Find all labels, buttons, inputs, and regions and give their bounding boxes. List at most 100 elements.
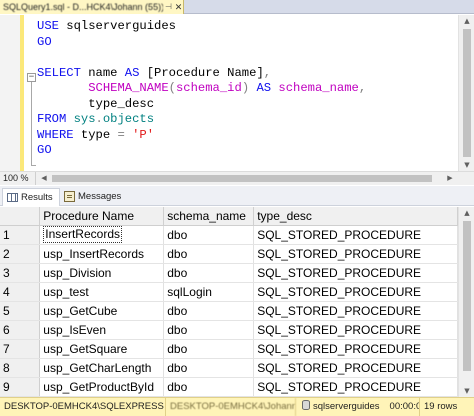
table-row[interactable]: 1 InsertRecords dbo SQL_STORED_PROCEDURE <box>0 225 458 245</box>
tab-results[interactable]: Results <box>2 188 60 206</box>
row-number[interactable]: 7 <box>0 339 41 359</box>
cell-procedure-name[interactable]: usp_GetSquare <box>39 339 165 359</box>
cell-type-desc[interactable]: SQL_STORED_PROCEDURE <box>253 282 458 302</box>
messages-icon <box>64 191 75 202</box>
table-row[interactable]: 5 usp_GetCube dbo SQL_STORED_PROCEDURE <box>0 301 458 321</box>
table-row[interactable]: 2 usp_InsertRecords dbo SQL_STORED_PROCEDUR… <box>0 244 458 264</box>
cell-type-desc[interactable]: SQL_STORED_PROCEDURE <box>253 263 458 283</box>
row-number[interactable]: 3 <box>0 263 41 283</box>
cell-procedure-name[interactable]: usp_test <box>39 282 165 302</box>
row-number[interactable]: 4 <box>0 282 41 302</box>
cell-type-desc[interactable]: SQL_STORED_PROCEDURE <box>253 377 458 397</box>
cell-type-desc[interactable]: SQL_STORED_PROCEDURE <box>253 301 458 321</box>
cell-schema-name[interactable]: dbo <box>163 301 255 321</box>
row-number[interactable]: 1 <box>0 225 41 245</box>
code-line[interactable] <box>37 50 366 66</box>
table-row[interactable]: 4 usp_test sqlLogin SQL_STORED_PROCEDURE <box>0 282 458 302</box>
cell-schema-name[interactable]: dbo <box>163 358 255 378</box>
results-grid[interactable]: Procedure Name schema_name type_desc 1 In… <box>0 207 458 397</box>
code-line[interactable]: GO <box>37 35 366 51</box>
zoom-level[interactable]: 100 % <box>0 172 36 185</box>
table-row[interactable]: 3 usp_Division dbo SQL_STORED_PROCEDURE <box>0 263 458 283</box>
cell-schema-name[interactable]: dbo <box>163 244 255 264</box>
cell-procedure-name[interactable]: InsertRecords <box>39 225 165 245</box>
cell-schema-name[interactable]: dbo <box>163 339 255 359</box>
cell-procedure-name[interactable]: usp_GetProductById <box>39 377 165 397</box>
cell-type-desc[interactable]: SQL_STORED_PROCEDURE <box>253 358 458 378</box>
code-line[interactable]: USE sqlserverguides <box>37 19 366 35</box>
column-header-type-desc[interactable]: type_desc <box>253 207 458 226</box>
code-line[interactable]: SELECT name AS [Procedure Name], <box>37 66 366 82</box>
row-number[interactable]: 2 <box>0 244 41 264</box>
cell-type-desc-text: SQL_STORED_PROCEDURE <box>257 246 422 261</box>
editor-horizontal-bar: 100 % ◀ ▶ <box>0 171 474 185</box>
cell-schema-name-text: dbo <box>167 341 188 356</box>
grid-scroll-up-icon[interactable]: ▲ <box>459 207 474 219</box>
code-line[interactable]: FROM sys.objects <box>37 112 366 128</box>
grid-scroll-thumb[interactable] <box>463 221 471 371</box>
code-token: GO <box>37 34 52 49</box>
row-number[interactable]: 5 <box>0 301 41 321</box>
table-row[interactable]: 7 usp_GetSquare dbo SQL_STORED_PROCEDURE <box>0 339 458 359</box>
scroll-right-icon[interactable]: ▶ <box>444 172 456 185</box>
cell-type-desc[interactable]: SQL_STORED_PROCEDURE <box>253 320 458 340</box>
grid-corner[interactable] <box>0 207 41 226</box>
cell-procedure-name[interactable]: usp_InsertRecords <box>39 244 165 264</box>
horizontal-scroll-thumb[interactable] <box>52 175 432 182</box>
editor-vertical-scrollbar[interactable]: ▲ ▼ <box>458 15 474 171</box>
table-row[interactable]: 6 usp_IsEven dbo SQL_STORED_PROCEDURE <box>0 320 458 340</box>
grid-vertical-scrollbar[interactable]: ▲ ▼ <box>458 207 474 397</box>
scroll-left-icon[interactable]: ◀ <box>38 172 50 185</box>
code-token: SELECT <box>37 65 89 80</box>
row-number[interactable]: 8 <box>0 358 41 378</box>
document-tab[interactable]: SQLQuery1.sql - D...HCK4\Johann (55))* ⊣… <box>0 0 184 14</box>
table-row[interactable]: 8 usp_GetCharLength dbo SQL_STORED_PROCEDUR… <box>0 358 458 378</box>
cell-procedure-name[interactable]: usp_IsEven <box>39 320 165 340</box>
scroll-down-icon[interactable]: ▼ <box>459 159 474 171</box>
column-header-procedure-name[interactable]: Procedure Name <box>39 207 165 226</box>
query-editor[interactable]: − USE sqlserverguides GO SELECT name AS [P… <box>0 15 474 171</box>
cell-type-desc[interactable]: SQL_STORED_PROCEDURE <box>253 244 458 264</box>
code-token: [Procedure Name] <box>146 65 264 80</box>
code-token: sys <box>73 112 96 126</box>
table-row[interactable]: 9 usp_GetProductById dbo SQL_STORED_PROCEDU… <box>0 377 458 397</box>
editor-scroll-thumb[interactable] <box>463 29 471 157</box>
cell-procedure-name[interactable]: usp_Division <box>39 263 165 283</box>
code-line[interactable]: GO <box>37 143 366 159</box>
row-number-text: 3 <box>3 265 10 280</box>
cell-schema-name-text: dbo <box>167 379 188 394</box>
tab-results-label: Results <box>21 192 53 203</box>
row-number-text: 7 <box>3 341 10 356</box>
pin-icon[interactable]: ⊣ <box>164 2 173 12</box>
cell-schema-name[interactable]: dbo <box>163 263 255 283</box>
cell-schema-name[interactable]: dbo <box>163 225 255 245</box>
code-line[interactable]: WHERE type = 'P' <box>37 128 366 144</box>
cell-schema-name[interactable]: sqlLogin <box>163 282 255 302</box>
code-token: 'P' <box>132 127 155 142</box>
tab-messages[interactable]: Messages <box>60 188 127 206</box>
cell-procedure-name-text: usp_Division <box>43 265 112 280</box>
status-duration: 00:00:00 <box>389 401 419 412</box>
cell-schema-name-text: dbo <box>167 303 188 318</box>
scroll-up-icon[interactable]: ▲ <box>459 15 474 27</box>
row-number[interactable]: 9 <box>0 377 41 397</box>
cell-type-desc-text: SQL_STORED_PROCEDURE <box>257 379 422 394</box>
grid-scroll-down-icon[interactable]: ▼ <box>459 385 474 397</box>
cell-procedure-name[interactable]: usp_GetCube <box>39 301 165 321</box>
cell-schema-name[interactable]: dbo <box>163 377 255 397</box>
code-line[interactable]: type_desc <box>37 97 366 113</box>
cell-procedure-name[interactable]: usp_GetCharLength <box>39 358 165 378</box>
collapse-icon[interactable]: − <box>27 73 36 82</box>
column-header-schema-name[interactable]: schema_name <box>163 207 255 226</box>
cell-type-desc[interactable]: SQL_STORED_PROCEDURE <box>253 339 458 359</box>
cell-procedure-name-text: usp_IsEven <box>43 322 107 337</box>
code-line[interactable]: SCHEMA_NAME(schema_id) AS schema_name, <box>37 81 366 97</box>
sql-code[interactable]: USE sqlserverguides GO SELECT name AS [Pro… <box>37 19 366 159</box>
code-token: WHERE <box>37 127 81 142</box>
cell-type-desc[interactable]: SQL_STORED_PROCEDURE <box>253 225 458 245</box>
close-icon[interactable]: ✕ <box>174 1 183 13</box>
row-number[interactable]: 6 <box>0 320 41 340</box>
cell-schema-name[interactable]: dbo <box>163 320 255 340</box>
code-token: , <box>358 81 367 95</box>
